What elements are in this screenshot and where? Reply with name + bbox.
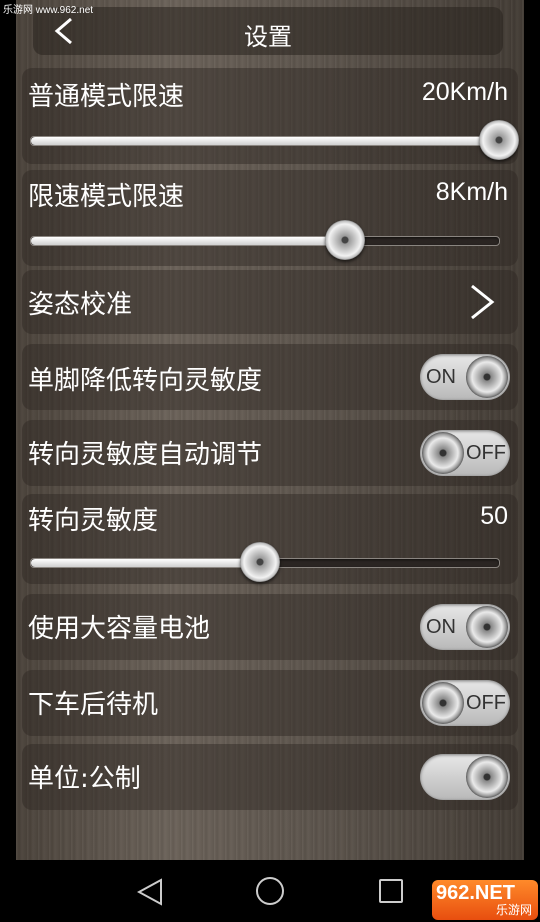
- site-logo: 962.NET 乐游网: [432, 880, 538, 920]
- single-foot-toggle[interactable]: ON: [420, 354, 510, 400]
- auto-steer-row: 转向灵敏度自动调节 OFF: [22, 420, 518, 486]
- toggle-knob: [466, 606, 508, 648]
- limit-speed-label: 限速模式限速: [28, 182, 185, 212]
- slider-knob[interactable]: [240, 542, 281, 582]
- standby-row: 下车后待机 OFF: [22, 670, 518, 736]
- standby-label: 下车后待机: [28, 690, 159, 720]
- logo-sub-text: 乐游网: [495, 903, 532, 917]
- big-battery-label: 使用大容量电池: [28, 614, 211, 644]
- auto-steer-label: 转向灵敏度自动调节: [28, 440, 263, 470]
- limit-speed-slider[interactable]: [30, 220, 500, 260]
- normal-speed-slider[interactable]: [30, 120, 519, 160]
- slider-knob[interactable]: [479, 120, 519, 160]
- calibration-label: 姿态校准: [28, 290, 133, 320]
- calibration-row[interactable]: 姿态校准: [22, 270, 518, 334]
- slider-fill: [31, 137, 499, 145]
- toggle-state-text: OFF: [466, 692, 506, 714]
- limit-speed-value: 8Km/h: [435, 178, 508, 206]
- nav-home-icon[interactable]: [256, 877, 284, 905]
- toggle-knob: [466, 356, 508, 398]
- toggle-knob: [422, 432, 464, 474]
- steer-sensitivity-card: 转向灵敏度 50: [22, 494, 518, 584]
- slider-fill: [31, 559, 261, 567]
- big-battery-row: 使用大容量电池 ON: [22, 594, 518, 660]
- toggle-knob: [466, 756, 508, 798]
- chevron-right-icon: [471, 284, 495, 320]
- unit-toggle[interactable]: [420, 754, 510, 800]
- normal-speed-value: 20Km/h: [421, 78, 508, 106]
- settings-screen: 设置 普通模式限速 20Km/h 限速模式限速 8Km/h 姿态校准 单脚降低转…: [16, 0, 524, 860]
- steer-sensitivity-label: 转向灵敏度: [28, 506, 159, 536]
- slider-fill: [31, 237, 345, 245]
- page-title: 设置: [244, 23, 292, 51]
- toggle-state-text: ON: [426, 616, 456, 638]
- big-battery-toggle[interactable]: ON: [420, 604, 510, 650]
- toggle-state-text: OFF: [466, 442, 506, 464]
- single-foot-label: 单脚降低转向灵敏度: [28, 366, 263, 396]
- auto-steer-toggle[interactable]: OFF: [420, 430, 510, 476]
- standby-toggle[interactable]: OFF: [420, 680, 510, 726]
- single-foot-row: 单脚降低转向灵敏度 ON: [22, 344, 518, 410]
- header-bar: 设置: [33, 7, 503, 55]
- toggle-state-text: ON: [426, 366, 456, 388]
- steer-sensitivity-value: 50: [480, 502, 508, 530]
- limit-speed-card: 限速模式限速 8Km/h: [22, 170, 518, 266]
- normal-speed-label: 普通模式限速: [28, 82, 185, 112]
- unit-row: 单位:公制: [22, 744, 518, 810]
- unit-label: 单位:公制: [28, 764, 141, 794]
- nav-back-icon[interactable]: [137, 878, 163, 906]
- watermark-text: 乐游网 www.962.net: [3, 5, 94, 16]
- toggle-knob: [422, 682, 464, 724]
- normal-speed-card: 普通模式限速 20Km/h: [22, 68, 519, 164]
- steer-sensitivity-slider[interactable]: [30, 542, 500, 582]
- slider-knob[interactable]: [324, 220, 365, 260]
- nav-recent-icon[interactable]: [379, 879, 403, 903]
